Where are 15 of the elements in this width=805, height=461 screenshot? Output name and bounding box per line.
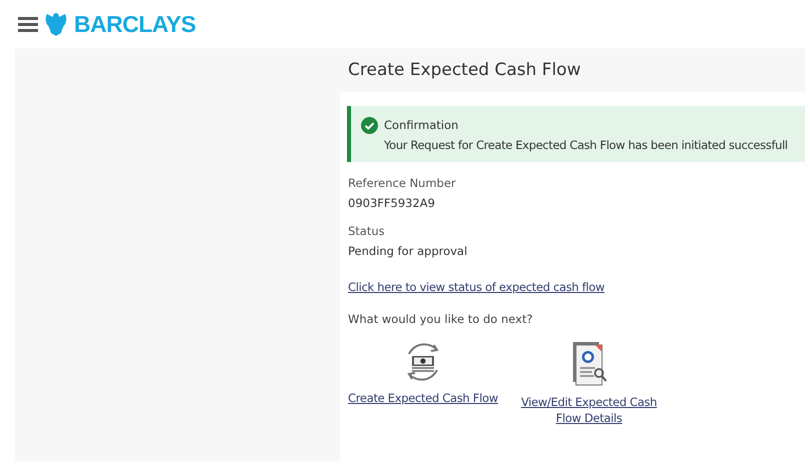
action-link[interactable]: View/Edit Expected Cash Flow Details [514,394,664,426]
confirmation-title: Confirmation [384,118,458,132]
field-label: Status [348,224,386,238]
check-circle-icon [361,116,378,134]
eagle-logo-icon [44,11,68,37]
confirmation-message: Your Request for Create Expected Cash Flow has been initiated successfull [383,138,789,152]
status-link[interactable]: Click here to view status of expected cash flow [348,280,605,294]
field-value: 0903FF5932A9 [348,196,436,210]
next-prompt: What would you like to do next? [348,312,534,326]
action-link[interactable]: Create Expected Cash Flow [348,390,498,406]
field-value: Pending for approval [348,244,468,258]
field-label: Reference Number [348,176,457,190]
menu-icon[interactable] [18,16,38,32]
brand-name: BARCLAYS [74,10,196,38]
page-title: Create Expected Cash Flow [348,60,581,80]
